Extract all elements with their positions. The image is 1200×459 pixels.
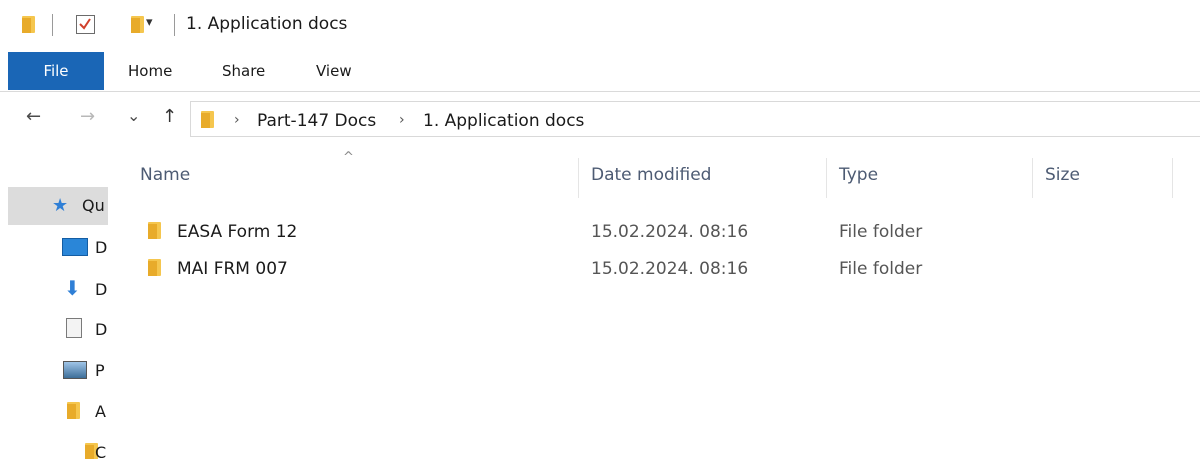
table-row[interactable]: EASA Form 12 15.02.2024. 08:16 File fold… bbox=[140, 218, 1180, 246]
file-date: 15.02.2024. 08:16 bbox=[591, 222, 749, 242]
sidebar-item-folder-a[interactable]: A bbox=[95, 402, 106, 421]
title-bar: ▾ 1. Application docs bbox=[0, 0, 1200, 50]
star-icon: ★ bbox=[52, 195, 69, 216]
folder-icon[interactable] bbox=[67, 402, 80, 419]
column-divider[interactable] bbox=[1032, 158, 1033, 198]
folder-icon bbox=[148, 222, 161, 239]
breadcrumb-separator[interactable]: › bbox=[399, 112, 405, 128]
table-row[interactable]: MAI FRM 007 15.02.2024. 08:16 File folde… bbox=[140, 255, 1180, 283]
tab-view[interactable]: View bbox=[316, 52, 352, 90]
tab-share[interactable]: Share bbox=[222, 52, 265, 90]
column-divider[interactable] bbox=[578, 158, 579, 198]
customize-dropdown-icon[interactable]: ▾ bbox=[146, 15, 153, 30]
breadcrumb-part-147-docs[interactable]: Part-147 Docs bbox=[257, 111, 376, 131]
title-separator bbox=[174, 14, 175, 36]
tab-home[interactable]: Home bbox=[128, 52, 172, 90]
download-arrow-icon[interactable]: ⬇ bbox=[64, 276, 81, 300]
sidebar-item-pictures[interactable]: P bbox=[95, 361, 105, 380]
pictures-icon[interactable] bbox=[63, 361, 87, 379]
sidebar-item-downloads[interactable]: D bbox=[95, 280, 107, 299]
column-header-size[interactable]: Size bbox=[1045, 165, 1080, 185]
folder-icon bbox=[148, 259, 161, 276]
folder-icon bbox=[201, 111, 214, 128]
file-name[interactable]: MAI FRM 007 bbox=[177, 259, 288, 279]
file-date: 15.02.2024. 08:16 bbox=[591, 259, 749, 279]
sidebar-item-documents[interactable]: D bbox=[95, 320, 107, 339]
window-title: 1. Application docs bbox=[186, 14, 348, 34]
document-icon[interactable] bbox=[66, 318, 82, 338]
file-type: File folder bbox=[839, 222, 923, 242]
properties-checkbox-icon[interactable] bbox=[76, 15, 95, 34]
recent-locations-button[interactable]: ⌄ bbox=[127, 106, 140, 125]
new-folder-icon[interactable] bbox=[131, 16, 145, 33]
breadcrumb-application-docs[interactable]: 1. Application docs bbox=[423, 111, 584, 131]
ribbon bbox=[0, 52, 1200, 92]
column-header-type[interactable]: Type bbox=[839, 165, 878, 185]
column-divider[interactable] bbox=[1172, 158, 1173, 198]
forward-button[interactable]: → bbox=[80, 106, 95, 127]
sidebar-item-label: Qu bbox=[82, 196, 105, 215]
sort-ascending-icon: ^ bbox=[343, 150, 354, 165]
sidebar-item-folder-c[interactable]: C bbox=[95, 443, 106, 459]
folder-icon[interactable] bbox=[22, 16, 35, 33]
up-button[interactable]: ↑ bbox=[162, 106, 177, 127]
tab-file[interactable]: File bbox=[8, 52, 104, 90]
toolbar-separator bbox=[52, 14, 53, 36]
column-divider[interactable] bbox=[826, 158, 827, 198]
sidebar-item-desktop[interactable]: D bbox=[95, 238, 107, 257]
file-name[interactable]: EASA Form 12 bbox=[177, 222, 297, 242]
address-bar[interactable]: › Part-147 Docs › 1. Application docs bbox=[190, 101, 1200, 137]
column-header-date-modified[interactable]: Date modified bbox=[591, 165, 711, 185]
file-type: File folder bbox=[839, 259, 923, 279]
back-button[interactable]: ← bbox=[26, 106, 41, 127]
breadcrumb-separator[interactable]: › bbox=[234, 112, 240, 128]
desktop-icon[interactable] bbox=[62, 238, 88, 256]
column-header-name[interactable]: Name bbox=[140, 165, 190, 185]
